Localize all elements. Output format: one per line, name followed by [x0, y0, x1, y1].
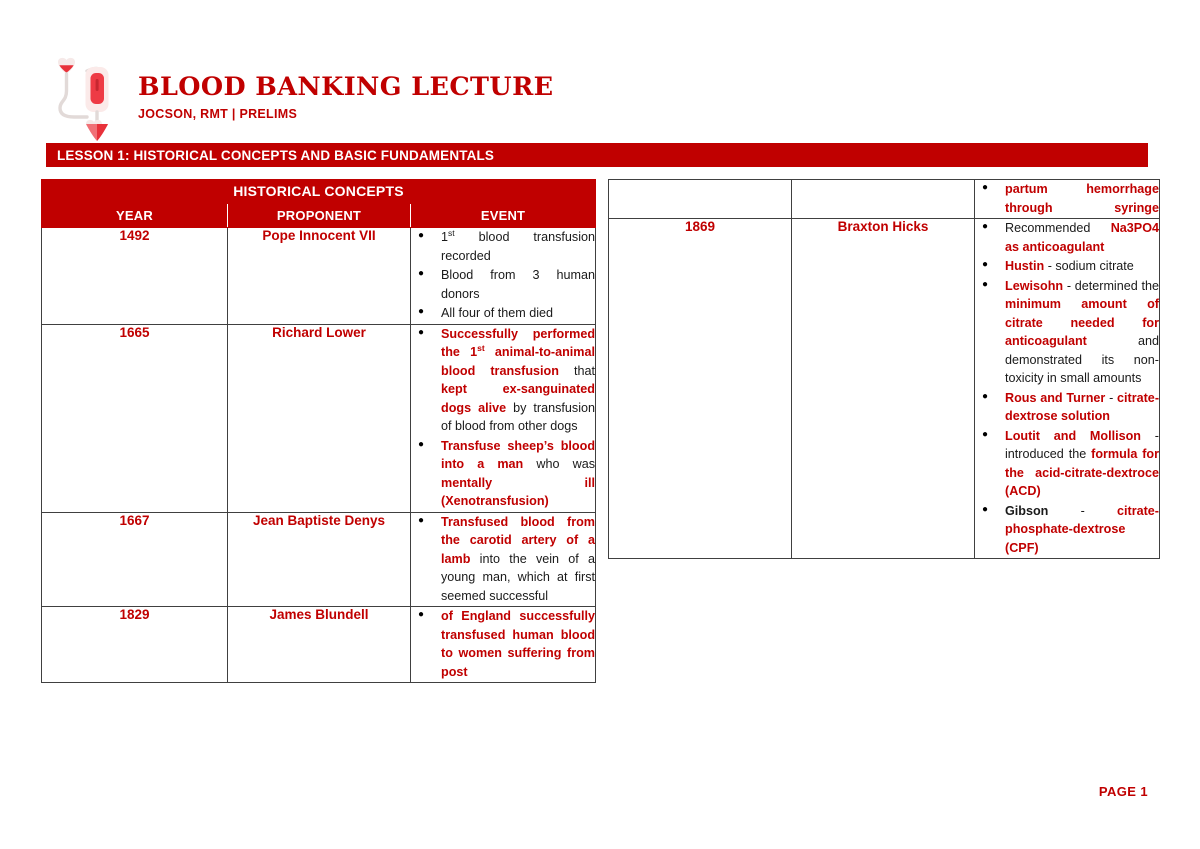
list-item: 1st blood transfusion recorded [411, 227, 595, 265]
table-row: 1667 Jean Baptiste Denys Transfused bloo… [41, 511, 597, 607]
table-row: 1829 James Blundell of England successfu… [41, 606, 597, 683]
table-title-row: HISTORICAL CONCEPTS [40, 179, 597, 204]
column-header-event: EVENT [409, 203, 597, 228]
cell-event: of England successfully transfused human… [409, 606, 597, 683]
historical-concepts-table-left: HISTORICAL CONCEPTS YEAR PROPONENT EVENT… [40, 179, 597, 683]
list-item: Lewisohn - determined the minimum amount… [975, 276, 1159, 388]
page-title: BLOOD BANKING LECTURE [138, 71, 554, 102]
list-item: partum hemorrhage through syringe [975, 179, 1159, 217]
event-list: partum hemorrhage through syringe [975, 179, 1159, 217]
list-item: Loutit and Mollison - introduced the for… [975, 426, 1159, 501]
cell-year: 1665 [41, 323, 228, 513]
cell-year: 1667 [41, 511, 228, 607]
page-subtitle: JOCSON, RMT | PRELIMS [138, 107, 298, 122]
table-row: 1492 Pope Innocent VII 1st blood transfu… [41, 227, 597, 325]
list-item-text: partum hemorrhage through syringe [1005, 182, 1159, 215]
event-list: of England successfully transfused human… [411, 606, 596, 681]
list-item: Recommended Na3PO4 as anticoagulant [975, 218, 1159, 256]
table-row: partum hemorrhage through syringe [608, 179, 1160, 219]
cell-proponent: James Blundell [227, 606, 411, 683]
cell-year: 1492 [41, 227, 228, 325]
event-list: Transfused blood from the carotid artery… [411, 512, 595, 606]
event-list: 1st blood transfusion recorded Blood fro… [411, 227, 595, 323]
table-title: HISTORICAL CONCEPTS [40, 179, 597, 204]
cell-event: Transfused blood from the carotid artery… [409, 511, 597, 607]
cell-proponent: Pope Innocent VII [227, 227, 411, 325]
list-item: of England successfully transfused human… [411, 606, 596, 681]
cell-proponent: Braxton Hicks [791, 218, 975, 559]
cell-event: Recommended Na3PO4 as anticoagulant Hust… [974, 218, 1160, 559]
column-header-proponent: PROPONENT [227, 203, 411, 228]
list-item: Rous and Turner - citrate-dextrose solut… [975, 388, 1159, 426]
list-item: Transfuse sheep’s blood into a man who w… [411, 436, 595, 511]
list-item: Hustin - sodium citrate [975, 256, 1159, 276]
cell-proponent: Richard Lower [227, 323, 411, 513]
cell-year: 1829 [41, 606, 228, 683]
cell-year: 1869 [608, 218, 792, 559]
cell-event: Successfully performed the 1st animal-to… [409, 323, 597, 513]
document-header: BLOOD BANKING LECTURE JOCSON, RMT | PREL… [52, 55, 554, 145]
event-list: Successfully performed the 1st animal-to… [411, 324, 595, 511]
list-item: All four of them died [411, 303, 595, 323]
cell-proponent [791, 179, 975, 219]
list-item: Blood from 3 human donors [411, 265, 595, 303]
cell-event: partum hemorrhage through syringe [974, 179, 1160, 219]
event-list: Recommended Na3PO4 as anticoagulant Hust… [975, 218, 1159, 558]
blood-bag-iv-drip-icon [52, 55, 124, 145]
title-block: BLOOD BANKING LECTURE JOCSON, RMT | PREL… [138, 71, 554, 126]
list-item: Transfused blood from the carotid artery… [411, 512, 595, 606]
column-header-year: YEAR [41, 203, 228, 228]
page-number-label: PAGE 1 [1098, 784, 1148, 799]
lesson-banner-label: LESSON 1: HISTORICAL CONCEPTS AND BASIC … [57, 147, 495, 163]
cell-year [608, 179, 792, 219]
table-header-row: YEAR PROPONENT EVENT [41, 203, 597, 228]
table-row: 1665 Richard Lower Successfully performe… [41, 323, 597, 513]
cell-event: 1st blood transfusion recorded Blood fro… [409, 227, 597, 325]
lesson-banner: LESSON 1: HISTORICAL CONCEPTS AND BASIC … [46, 143, 1148, 167]
cell-proponent: Jean Baptiste Denys [227, 511, 411, 607]
list-item-text: of England successfully transfused human… [441, 609, 596, 679]
page-number-footer: PAGE 1 [1099, 784, 1148, 799]
table-row: 1869 Braxton Hicks Recommended Na3PO4 as… [608, 218, 1160, 559]
list-item: Gibson - citrate-phosphate-dextrose (CPF… [975, 501, 1159, 558]
historical-concepts-table-right: partum hemorrhage through syringe 1869 B… [608, 179, 1160, 559]
list-item: Successfully performed the 1st animal-to… [411, 324, 595, 436]
